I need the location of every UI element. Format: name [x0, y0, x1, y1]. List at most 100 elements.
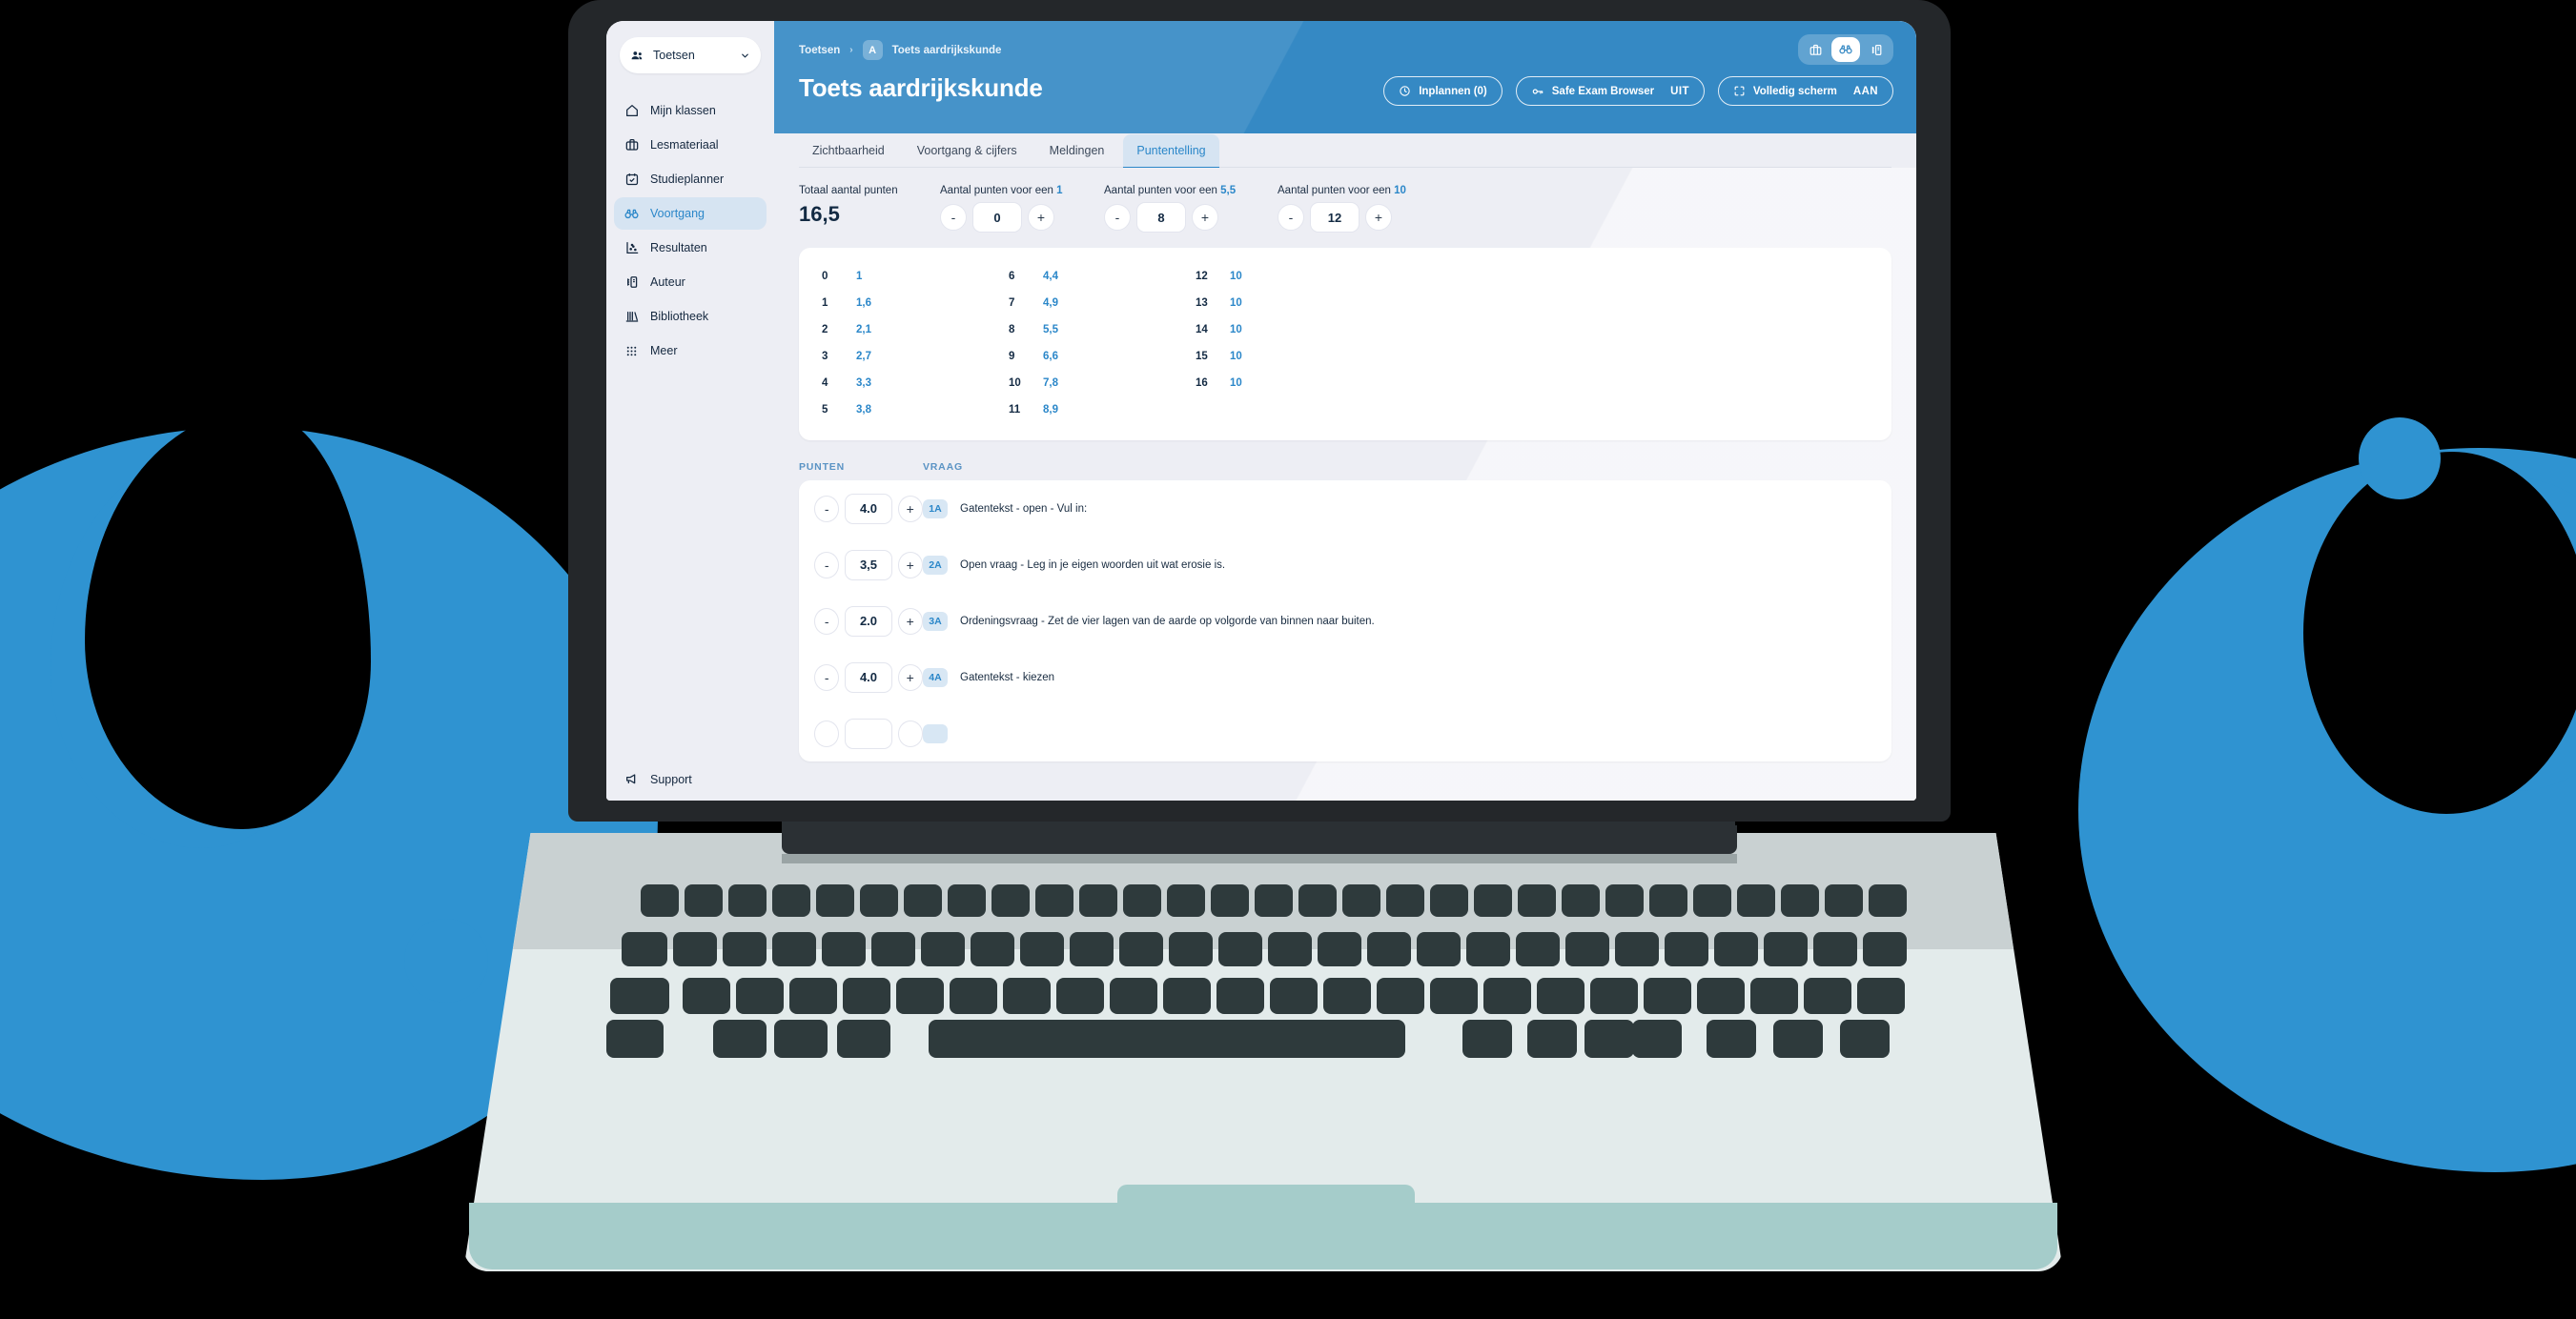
view-toggle-voortgang[interactable]	[1831, 37, 1860, 62]
threshold-value-input[interactable]: 12	[1310, 202, 1360, 233]
view-toggle-lesmateriaal[interactable]	[1801, 37, 1830, 62]
question-points-input[interactable]	[845, 718, 892, 749]
keyboard-key	[683, 978, 730, 1014]
question-badge: 3A	[923, 611, 948, 631]
fullscreen-icon	[1733, 85, 1746, 97]
question-badge: 2A	[923, 555, 948, 575]
sidebar-item-resultaten[interactable]: Resultaten	[614, 232, 767, 264]
keyboard-key	[1163, 978, 1211, 1014]
grade-row: 4 3,3	[822, 370, 1009, 396]
increment-button[interactable]: +	[897, 663, 923, 691]
question-text: Gatentekst - kiezen	[960, 671, 1055, 683]
breadcrumb-root[interactable]: Toetsen	[799, 45, 840, 56]
view-toggle-group	[1798, 34, 1893, 65]
view-toggle-auteur[interactable]	[1862, 37, 1891, 62]
total-points-label: Totaal aantal punten	[799, 185, 898, 196]
decrement-button[interactable]: -	[814, 551, 840, 578]
workspace-selector[interactable]: Toetsen	[620, 37, 761, 73]
author-icon	[624, 274, 640, 291]
threshold-value-input[interactable]: 0	[972, 202, 1022, 233]
keyboard-key	[1714, 932, 1758, 966]
grade-mark: 3,8	[856, 404, 871, 416]
keyboard-key	[1110, 978, 1157, 1014]
keyboard-key	[736, 978, 784, 1014]
increment-button[interactable]: +	[897, 607, 923, 635]
keyboard-key	[1857, 978, 1905, 1014]
question-text: Ordeningsvraag - Zet de vier lagen van d…	[960, 615, 1375, 627]
question-points-input[interactable]: 4.0	[845, 661, 892, 693]
safe-exam-browser-label: Safe Exam Browser	[1551, 85, 1655, 97]
keyboard-key	[610, 978, 669, 1014]
increment-button[interactable]: +	[1365, 204, 1392, 231]
decrement-button[interactable]: -	[1104, 204, 1131, 231]
key-icon	[1531, 85, 1544, 98]
grade-points: 9	[1009, 351, 1015, 362]
table-row-partial[interactable]	[799, 705, 1891, 761]
tab-zichtbaarheid[interactable]: Zichtbaarheid	[799, 134, 898, 168]
sidebar-item-support[interactable]: Support	[606, 771, 774, 787]
grade-row: 11 8,9	[1009, 396, 1196, 423]
decrement-button[interactable]: -	[940, 204, 967, 231]
tab-voortgang-cijfers[interactable]: Voortgang & cijfers	[904, 134, 1031, 168]
table-row[interactable]: - 3,5 + 2A Open vraag - Leg in je eigen …	[799, 537, 1891, 593]
tab-puntentelling[interactable]: Puntentelling	[1123, 134, 1219, 169]
volledig-scherm-toggle[interactable]: Volledig scherm AAN	[1717, 76, 1893, 106]
question-points-input[interactable]: 4.0	[845, 493, 892, 524]
question-points-input[interactable]: 2.0	[845, 605, 892, 637]
keyboard-key	[1516, 932, 1560, 966]
question-points-stepper: - 2.0 +	[814, 605, 923, 637]
question-points-input[interactable]: 3,5	[845, 549, 892, 580]
sidebar-item-voortgang[interactable]: Voortgang	[614, 197, 767, 230]
keyboard-key	[1167, 884, 1205, 917]
header-actions: Inplannen (0) Safe Exam Browser UIT Voll…	[1383, 76, 1893, 106]
keyboard-key	[1255, 884, 1293, 917]
keyboard-key	[685, 884, 723, 917]
decrement-button[interactable]	[814, 720, 840, 747]
threshold-grade: 1	[1056, 185, 1063, 196]
table-row[interactable]: - 2.0 + 3A Ordeningsvraag - Zet de vier …	[799, 593, 1891, 649]
decrement-button[interactable]: -	[1278, 204, 1304, 231]
sidebar-item-mijn-klassen[interactable]: Mijn klassen	[614, 94, 767, 127]
decrement-button[interactable]: -	[814, 663, 840, 691]
increment-button[interactable]: +	[1192, 204, 1218, 231]
increment-button[interactable]: +	[897, 551, 923, 578]
grade-mark: 4,4	[1043, 271, 1058, 282]
sidebar-nav: Mijn klassen Lesmateriaal Studieplanner …	[606, 94, 774, 367]
sidebar-item-bibliotheek[interactable]: Bibliotheek	[614, 300, 767, 333]
keyboard-key	[1562, 884, 1600, 917]
keyboard-key	[1070, 932, 1114, 966]
threshold-label: Aantal punten voor een 10	[1278, 185, 1406, 196]
decrement-button[interactable]: -	[814, 607, 840, 635]
keyboard-key	[772, 884, 810, 917]
grade-row: 9 6,6	[1009, 343, 1196, 370]
threshold-value-input[interactable]: 8	[1136, 202, 1186, 233]
increment-button[interactable]	[897, 720, 923, 747]
keyboard-key	[1211, 884, 1249, 917]
grade-points: 12	[1196, 271, 1208, 282]
keyboard-key	[822, 932, 866, 966]
grade-mark: 2,1	[856, 324, 871, 335]
tab-meldingen[interactable]: Meldingen	[1036, 134, 1118, 168]
binoculars-icon	[624, 206, 640, 222]
grade-mark: 3,3	[856, 377, 871, 389]
sidebar-item-lesmateriaal[interactable]: Lesmateriaal	[614, 129, 767, 161]
sidebar-item-meer[interactable]: Meer	[614, 335, 767, 367]
safe-exam-browser-toggle[interactable]: Safe Exam Browser UIT	[1515, 76, 1705, 106]
increment-button[interactable]: +	[897, 495, 923, 522]
decrement-button[interactable]: -	[814, 495, 840, 522]
inplannen-button[interactable]: Inplannen (0)	[1383, 76, 1503, 106]
keyboard-key	[1773, 1020, 1823, 1058]
table-row[interactable]: - 4.0 + 4A Gatentekst - kiezen	[799, 649, 1891, 705]
keyboard-key	[1863, 932, 1907, 966]
table-row[interactable]: - 4.0 + 1A Gatentekst - open - Vul in:	[799, 480, 1891, 537]
briefcase-icon	[624, 137, 640, 153]
sidebar-item-studieplanner[interactable]: Studieplanner	[614, 163, 767, 195]
breadcrumb: Toetsen › A Toets aardrijkskunde	[799, 21, 1891, 60]
sidebar-item-auteur[interactable]: Auteur	[614, 266, 767, 298]
increment-button[interactable]: +	[1028, 204, 1054, 231]
question-points-stepper: - 3,5 +	[814, 549, 923, 580]
keyboard-key	[1804, 978, 1851, 1014]
grade-mark: 10	[1230, 351, 1242, 362]
keyboard-key	[1649, 884, 1687, 917]
keyboard-key	[774, 1020, 828, 1058]
